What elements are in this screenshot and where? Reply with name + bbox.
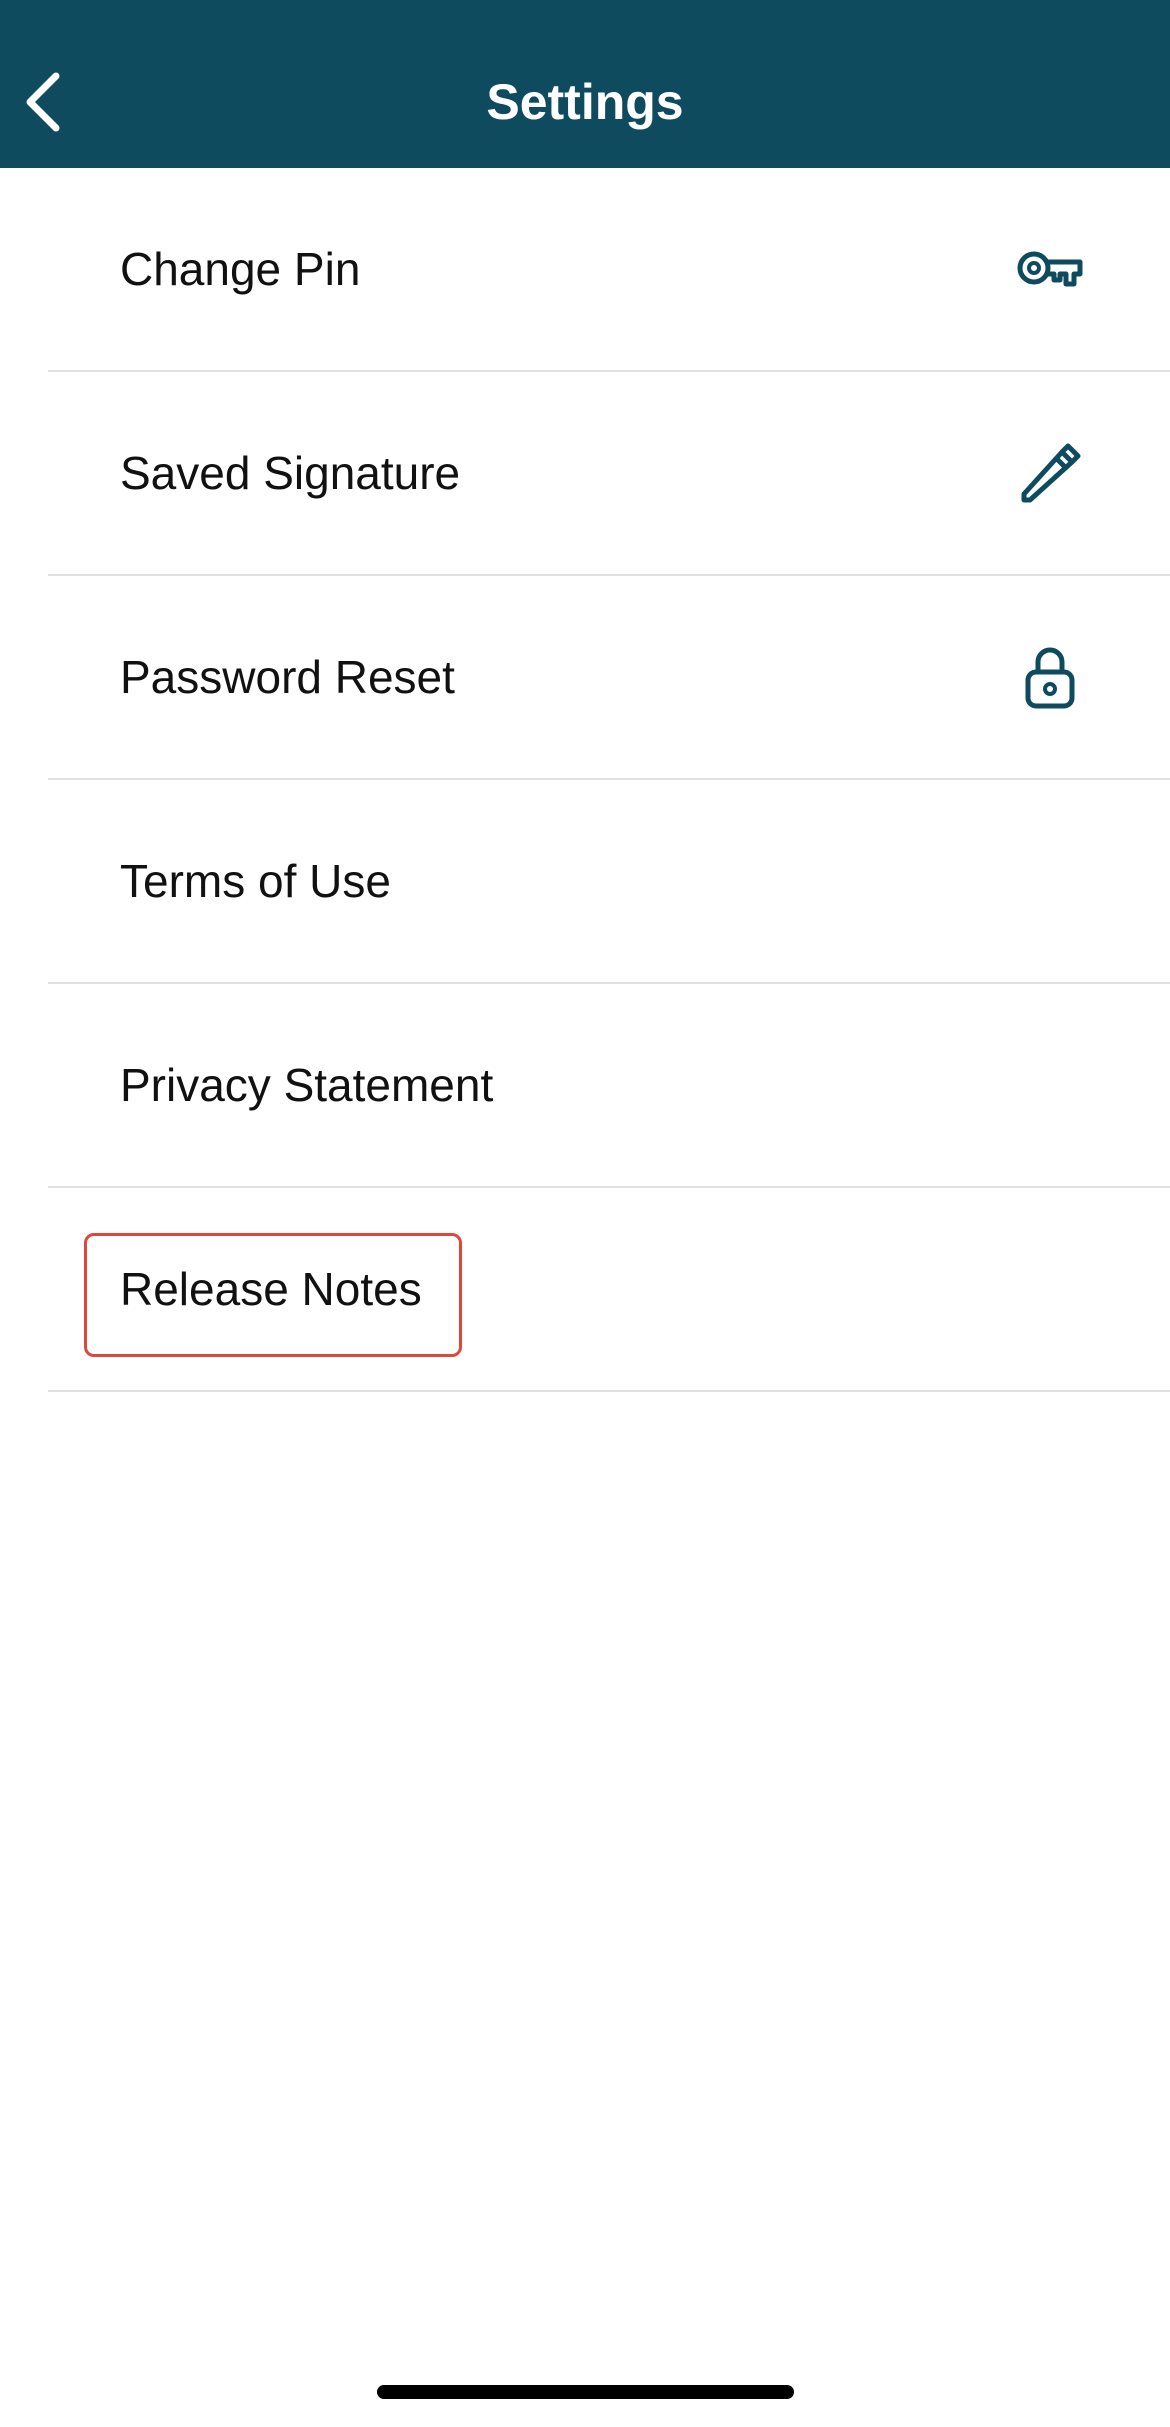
divider xyxy=(48,1390,1170,1392)
settings-item-label: Change Pin xyxy=(120,243,361,295)
settings-item-release-notes[interactable]: Release Notes xyxy=(0,1188,1170,1392)
app-header: Settings xyxy=(0,0,1170,168)
settings-item-saved-signature[interactable]: Saved Signature xyxy=(0,372,1170,576)
settings-item-label: Terms of Use xyxy=(120,855,391,907)
pencil-icon xyxy=(1010,440,1090,508)
settings-item-label: Release Notes xyxy=(120,1263,422,1315)
key-icon xyxy=(1010,236,1090,304)
settings-item-password-reset[interactable]: Password Reset xyxy=(0,576,1170,780)
settings-item-label: Password Reset xyxy=(120,651,455,703)
home-indicator[interactable] xyxy=(377,2385,794,2399)
settings-item-label: Privacy Statement xyxy=(120,1059,494,1111)
lock-icon xyxy=(1010,644,1090,712)
settings-item-change-pin[interactable]: Change Pin xyxy=(0,168,1170,372)
page-title: Settings xyxy=(486,74,684,130)
settings-item-privacy-statement[interactable]: Privacy Statement xyxy=(0,984,1170,1188)
settings-item-terms-of-use[interactable]: Terms of Use xyxy=(0,780,1170,984)
settings-item-label: Saved Signature xyxy=(120,447,461,499)
settings-list: Change Pin Saved Signature Password Rese… xyxy=(0,168,1170,1392)
